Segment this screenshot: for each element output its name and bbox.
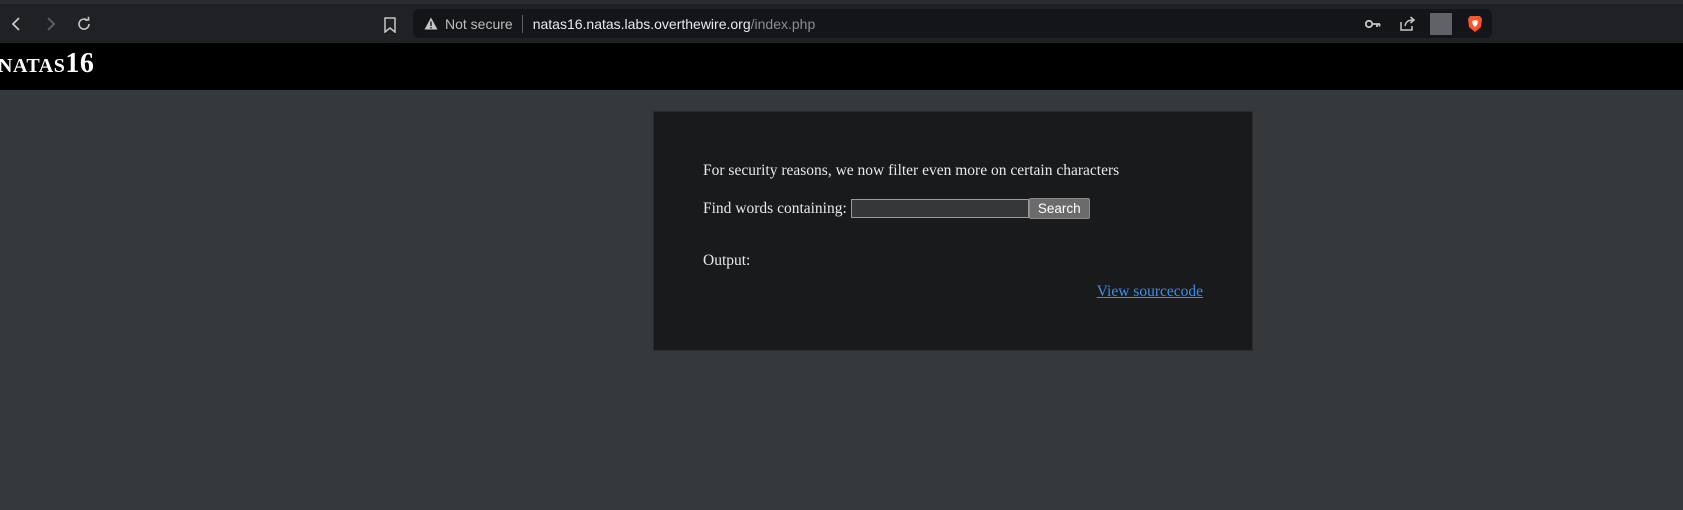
bookmark-button[interactable] (380, 14, 400, 36)
url-host: natas16.natas.labs.overthewire.org (532, 15, 751, 32)
back-arrow-icon (11, 17, 20, 31)
browser-toolbar: Not secure natas16.natas.labs.overthewir… (0, 0, 1683, 43)
url-path: /index.php (750, 15, 816, 32)
view-sourcecode-link[interactable]: View sourcecode (1097, 283, 1203, 301)
output-label: Output: (703, 252, 751, 269)
share-icon[interactable] (1396, 13, 1418, 35)
intro-text: For security reasons, we now filter even… (703, 162, 1120, 179)
security-status[interactable]: Not secure (445, 16, 513, 32)
toolbar-divider (1430, 13, 1452, 35)
site-title: natas16 (0, 48, 95, 79)
forward-button[interactable] (38, 12, 62, 36)
search-button[interactable]: Search (1028, 198, 1090, 219)
search-form: Find words containing: Search (703, 198, 1090, 219)
find-label: Find words containing: (703, 199, 847, 217)
content-panel: For security reasons, we now filter even… (653, 111, 1253, 351)
address-bar[interactable]: Not secure natas16.natas.labs.overthewir… (413, 9, 1492, 38)
brave-shield-icon[interactable] (1464, 13, 1486, 35)
forward-arrow-icon (47, 17, 56, 31)
key-icon[interactable] (1362, 13, 1384, 35)
warning-icon[interactable] (423, 16, 439, 32)
search-input[interactable] (850, 199, 1029, 218)
reload-button[interactable] (72, 12, 96, 36)
bookmark-icon (384, 17, 396, 33)
page-header: natas16 (0, 43, 1683, 90)
back-button[interactable] (5, 12, 29, 36)
address-divider (521, 14, 523, 33)
reload-icon (78, 16, 90, 30)
